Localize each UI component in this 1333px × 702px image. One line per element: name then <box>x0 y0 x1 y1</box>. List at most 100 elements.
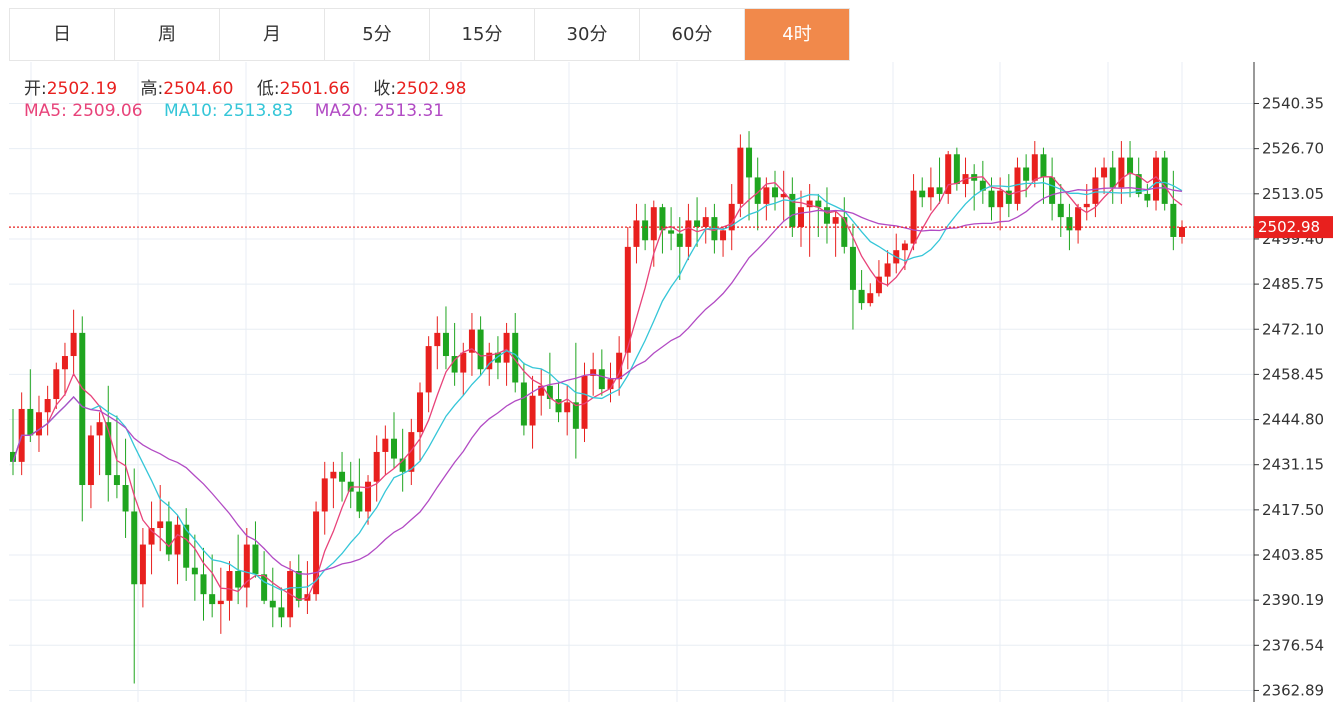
candle-body <box>391 438 398 459</box>
candle-body <box>849 246 856 290</box>
candle-body <box>165 521 172 555</box>
candle-body <box>209 594 216 605</box>
candle-body <box>737 147 744 204</box>
low-label: 低: <box>256 79 280 99</box>
candle-body <box>53 369 60 400</box>
candle-body <box>61 356 68 370</box>
candle-body <box>555 399 562 413</box>
candle-body <box>131 511 138 585</box>
candle-body <box>1161 157 1168 204</box>
candle-body <box>642 220 649 241</box>
candle-body <box>997 190 1004 208</box>
candle-body <box>174 524 181 555</box>
candle-body <box>1127 157 1134 175</box>
candle-body <box>113 475 120 486</box>
low-value: 2501.66 <box>279 79 350 99</box>
candle-body <box>1049 177 1056 204</box>
candle-body <box>70 332 77 357</box>
candle-body <box>668 230 675 234</box>
close-label: 收: <box>373 79 397 99</box>
candle-body <box>373 451 380 482</box>
candle-body <box>27 408 34 436</box>
ma20-value: 2513.31 <box>373 101 445 121</box>
candle-body <box>598 369 605 390</box>
candle-body <box>217 600 224 605</box>
y-tick-label: 2390.19 <box>1262 591 1324 609</box>
candle-body <box>901 243 908 251</box>
candle-body <box>1057 203 1064 218</box>
ma5-value: 2509.06 <box>72 101 143 121</box>
candle-body <box>321 478 328 512</box>
candle-body <box>1083 203 1090 208</box>
candle-body <box>685 220 692 247</box>
candle-body <box>278 607 285 618</box>
candle-body <box>252 544 259 575</box>
candle-body <box>720 230 727 241</box>
candle-body <box>572 402 579 429</box>
candle-body <box>746 147 753 178</box>
open-value: 2502.19 <box>46 79 118 99</box>
candle-body <box>841 217 848 247</box>
candle-body <box>460 352 467 373</box>
candle-body <box>676 233 683 247</box>
candle-body <box>191 567 198 575</box>
candle-body <box>1118 157 1125 188</box>
y-tick-label: 2444.80 <box>1262 411 1324 429</box>
candle-body <box>96 422 103 436</box>
candle-body <box>564 402 571 413</box>
candle-body <box>235 571 242 588</box>
candle-body <box>988 190 995 208</box>
high-value: 2504.60 <box>163 79 234 99</box>
candle-body <box>702 217 709 228</box>
y-tick-label: 2376.54 <box>1262 636 1324 654</box>
candle-body <box>356 491 363 512</box>
candle-body <box>797 207 804 228</box>
y-tick-label: 2403.85 <box>1262 546 1324 564</box>
candle-body <box>884 263 891 277</box>
candle-body <box>927 187 934 198</box>
candle-body <box>226 571 233 601</box>
candle-body <box>953 154 960 185</box>
candle-body <box>477 329 484 370</box>
candle-body <box>434 332 441 347</box>
ma10-value: 2513.83 <box>223 101 294 121</box>
candle-body <box>442 332 449 357</box>
candle-body <box>408 432 415 472</box>
ma5-label: MA5: <box>24 101 67 121</box>
candle-body <box>200 574 207 595</box>
candle-body <box>624 246 631 353</box>
candle-body <box>87 435 94 486</box>
candle-body <box>382 438 389 452</box>
candle-body <box>157 521 164 529</box>
candle-body <box>823 207 830 224</box>
ma-readout: MA5: 2509.06 MA10: 2513.83 MA20: 2513.31 <box>24 101 444 121</box>
last-price-value: 2502.98 <box>1258 218 1320 236</box>
candle-body <box>936 187 943 194</box>
candle-body <box>832 217 839 224</box>
candle-body <box>1040 154 1047 178</box>
high-label: 高: <box>140 79 164 99</box>
y-tick-label: 2417.50 <box>1262 501 1324 519</box>
y-tick-label: 2431.15 <box>1262 456 1324 474</box>
candle-body <box>1144 193 1151 201</box>
candle-body <box>1066 217 1073 231</box>
candle-body <box>694 220 701 228</box>
candle-body <box>261 574 268 601</box>
candle-body <box>503 332 510 363</box>
candle-body <box>910 190 917 244</box>
candle-body <box>44 399 51 413</box>
candle-body <box>416 392 423 433</box>
open-label: 开: <box>24 79 47 99</box>
y-tick-label: 2362.89 <box>1262 681 1324 699</box>
candle-body <box>330 471 337 479</box>
candle-body <box>858 289 865 304</box>
candle-body <box>1092 177 1099 204</box>
candle-body <box>122 485 129 512</box>
candle-body <box>633 220 640 247</box>
candle-body <box>1170 203 1177 237</box>
ma20-line <box>12 187 1183 575</box>
candle-body <box>1031 154 1038 181</box>
candle-body <box>1109 167 1116 188</box>
candle-body <box>763 187 770 204</box>
candle-body <box>425 346 432 393</box>
